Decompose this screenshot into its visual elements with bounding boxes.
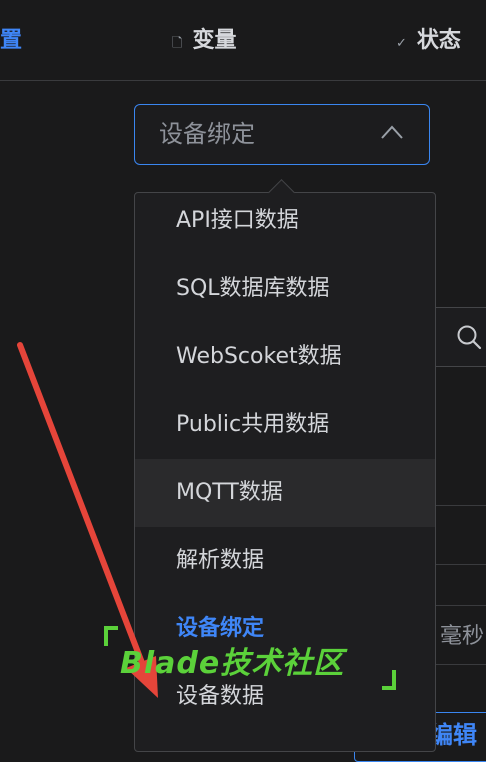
tab-bar: 置 🗋 变量 ✓ 状态	[0, 0, 486, 81]
ms-unit-label: 毫秒	[440, 624, 485, 649]
option-label: WebScoket数据	[176, 344, 342, 369]
select-dropdown: API接口数据 SQL数据库数据 WebScoket数据 Public共用数据 …	[134, 192, 436, 752]
background-field[interactable]	[436, 505, 486, 565]
option-label: Public共用数据	[176, 412, 330, 437]
option-parse[interactable]: 解析数据	[135, 527, 435, 595]
option-label: API接口数据	[176, 208, 299, 233]
select-value: 设备绑定	[159, 120, 255, 148]
document-icon: 🗋	[172, 36, 183, 51]
tab-variables-label: 变量	[192, 28, 237, 53]
check-icon: ✓	[396, 36, 407, 51]
search-button[interactable]	[436, 307, 486, 367]
option-label: MQTT数据	[176, 480, 283, 505]
option-label: SQL数据库数据	[176, 276, 330, 301]
tab-status[interactable]: ✓ 状态	[396, 24, 461, 58]
option-label: 设备数据	[176, 684, 265, 709]
tab-config[interactable]: 置	[0, 24, 22, 58]
option-label: 解析数据	[176, 548, 265, 573]
option-websocket[interactable]: WebScoket数据	[135, 323, 435, 391]
edit-button-label: 编辑	[429, 721, 477, 749]
option-device-binding[interactable]: 设备绑定	[135, 595, 435, 663]
source-type-select[interactable]: 设备绑定	[134, 104, 430, 165]
option-device-data[interactable]: 设备数据	[135, 663, 435, 731]
watermark-bracket	[104, 626, 118, 646]
option-public[interactable]: Public共用数据	[135, 391, 435, 459]
search-icon	[457, 325, 482, 350]
chevron-up-icon	[381, 125, 403, 139]
option-label: 设备绑定	[176, 616, 265, 641]
tab-variables[interactable]: 🗋 变量	[172, 24, 236, 58]
tab-status-label: 状态	[416, 28, 461, 53]
tab-config-label: 置	[0, 28, 23, 53]
option-mqtt[interactable]: MQTT数据	[135, 459, 435, 527]
option-sql[interactable]: SQL数据库数据	[135, 255, 435, 323]
